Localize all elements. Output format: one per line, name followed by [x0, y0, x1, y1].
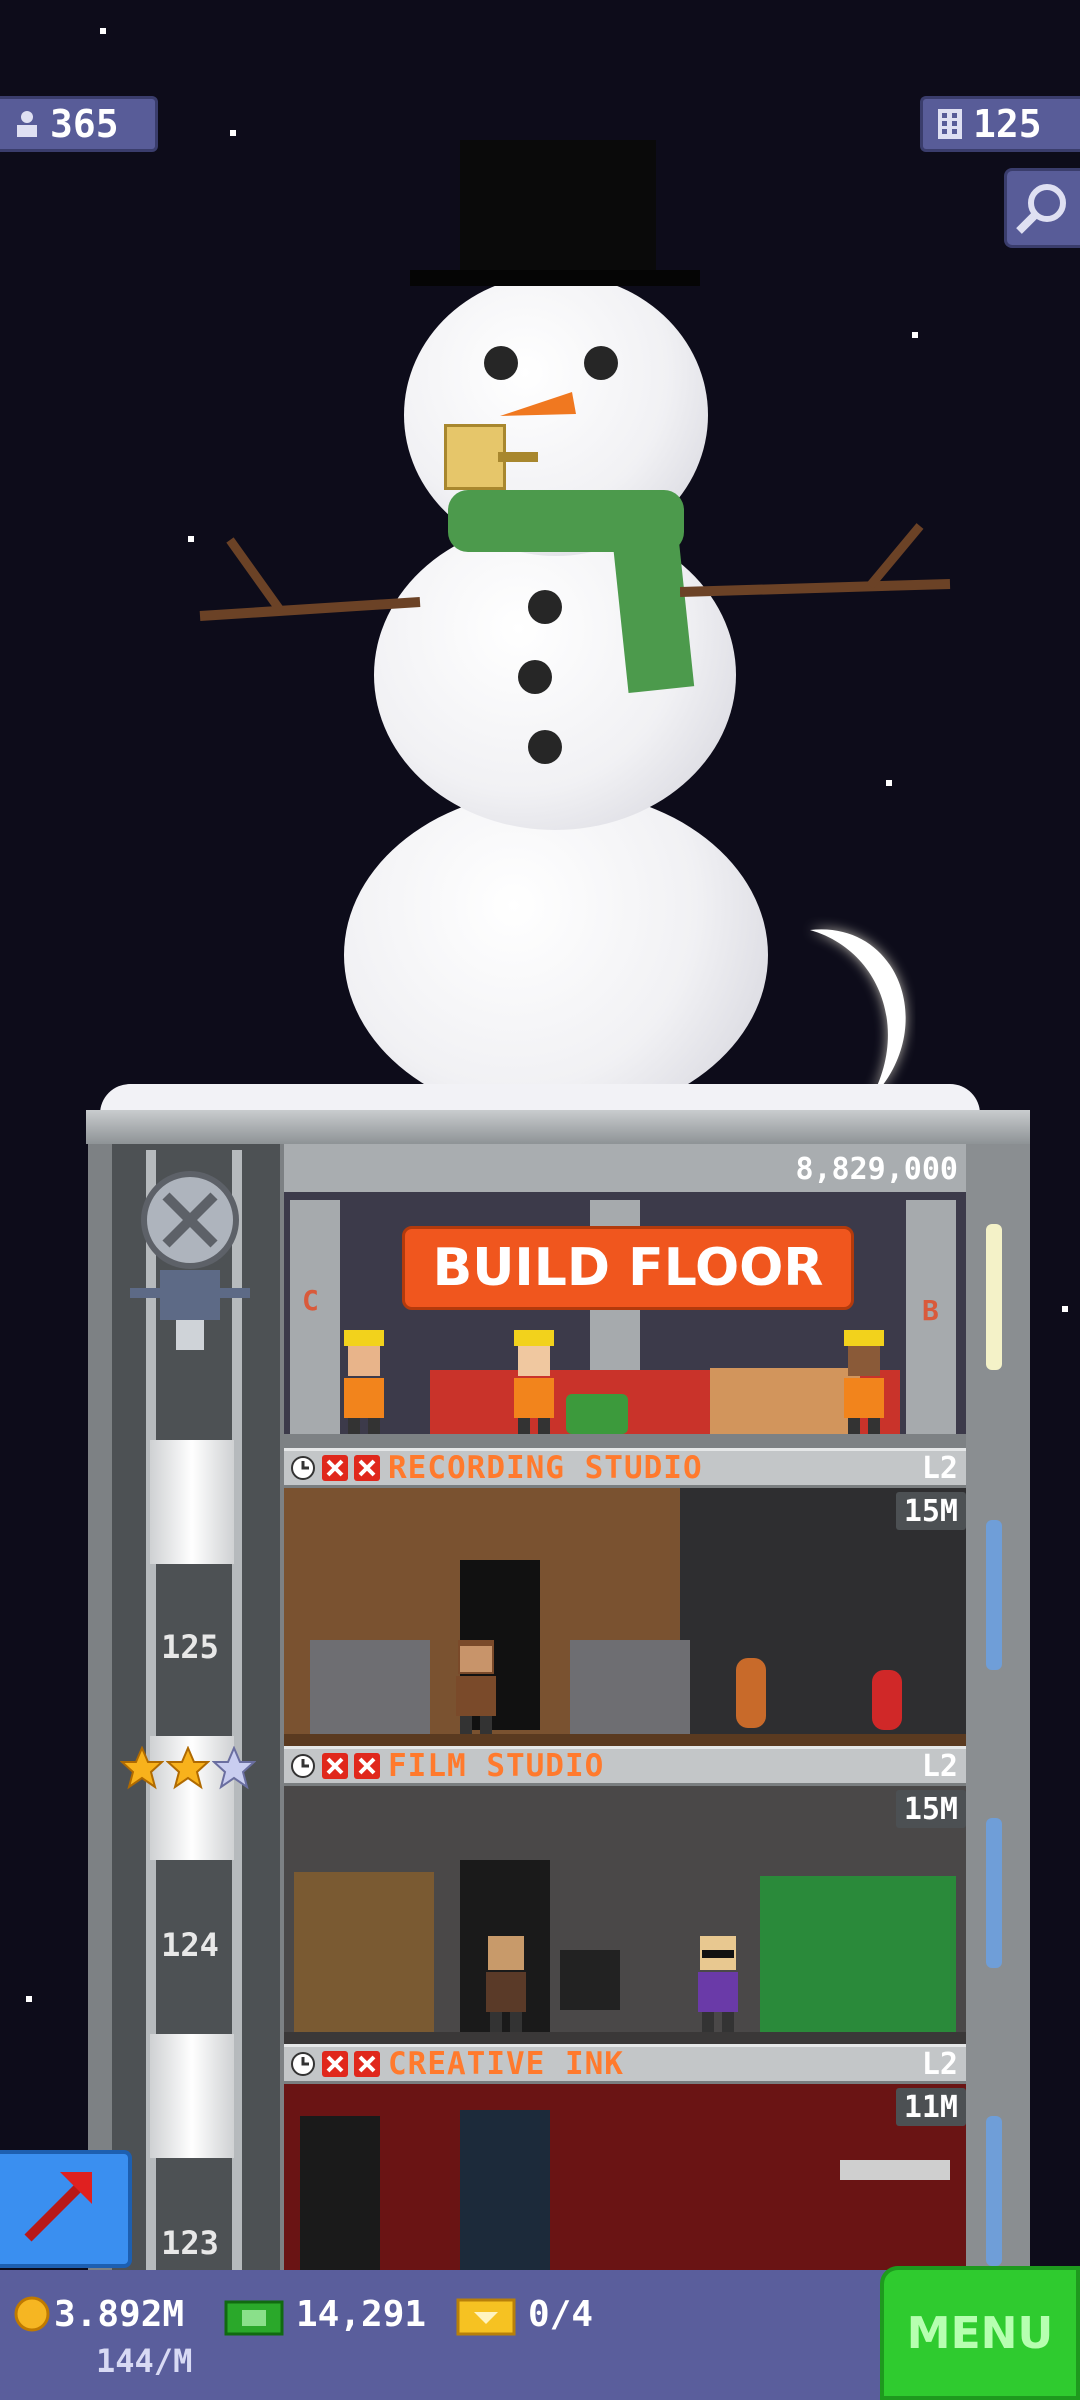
ticket-count: 0/4 [528, 2294, 594, 2335]
resident [448, 1640, 504, 1740]
window [986, 1520, 1002, 1670]
floor-price: 15M [895, 1492, 966, 1530]
build-left-letter: C [302, 1284, 319, 1317]
x-icon [322, 1753, 348, 1779]
tower-roof [86, 1110, 1030, 1144]
build-floor-button[interactable]: BUILD FLOOR [402, 1226, 854, 1310]
floor-number: 125 [161, 1628, 219, 1666]
floor-number: 124 [161, 1926, 219, 1964]
floor-level: L2 [921, 1450, 958, 1486]
clock-icon [291, 1754, 315, 1778]
menu-button[interactable]: MENU [880, 2266, 1080, 2400]
x-icon [354, 1455, 380, 1481]
floor-label-bar[interactable]: FILM STUDIO L2 [284, 1746, 966, 1786]
star-icon [212, 1746, 256, 1790]
floor-price: 11M [895, 2088, 966, 2126]
elevator-car[interactable] [150, 2034, 234, 2158]
floor-rating [120, 1746, 256, 1790]
bux-icon [224, 2300, 284, 2336]
window [986, 1818, 1002, 1968]
floor-name: CREATIVE INK [388, 2046, 624, 2082]
coin-icon [14, 2296, 50, 2332]
coin-rate: 144/M [96, 2342, 193, 2380]
elevator-car[interactable] [150, 1440, 234, 1564]
floor-number: 123 [161, 2224, 219, 2262]
worker [504, 1330, 564, 1438]
snowman [0, 0, 1080, 1120]
floor-name: FILM STUDIO [388, 1748, 605, 1784]
x-icon [354, 2051, 380, 2077]
build-cost: 8,829,000 [795, 1151, 958, 1187]
star-icon [120, 1746, 164, 1790]
x-icon [354, 1753, 380, 1779]
floor-label-bar[interactable]: CREATIVE INK L2 [284, 2044, 966, 2084]
clock-icon [291, 2052, 315, 2076]
resident [478, 1936, 534, 2036]
worker [834, 1330, 894, 1438]
floor-level: L2 [921, 1748, 958, 1784]
x-icon [322, 2051, 348, 2077]
worker [334, 1330, 394, 1438]
build-right-letter: B [922, 1294, 939, 1327]
resident [690, 1936, 746, 2036]
bux-balance: 14,291 [296, 2294, 427, 2335]
clock-icon [291, 1456, 315, 1480]
x-icon [322, 1455, 348, 1481]
coin-balance: 3.892M [54, 2294, 185, 2335]
arrow-icon [24, 2172, 92, 2242]
sky-star [26, 1996, 32, 2002]
elevator-motor [130, 1170, 250, 1360]
floor-level: L2 [921, 2046, 958, 2082]
ticket-icon [456, 2298, 516, 2336]
lit-window [986, 1224, 1002, 1370]
sky-star [1062, 1306, 1068, 1312]
star-icon [166, 1746, 210, 1790]
window [986, 2116, 1002, 2266]
elevator-arrow-button[interactable] [0, 2150, 132, 2268]
green-screen [760, 1876, 956, 2036]
floor-name: RECORDING STUDIO [388, 1450, 703, 1486]
floor-price: 15M [895, 1790, 966, 1828]
floor-label-bar[interactable]: RECORDING STUDIO L2 [284, 1448, 966, 1488]
